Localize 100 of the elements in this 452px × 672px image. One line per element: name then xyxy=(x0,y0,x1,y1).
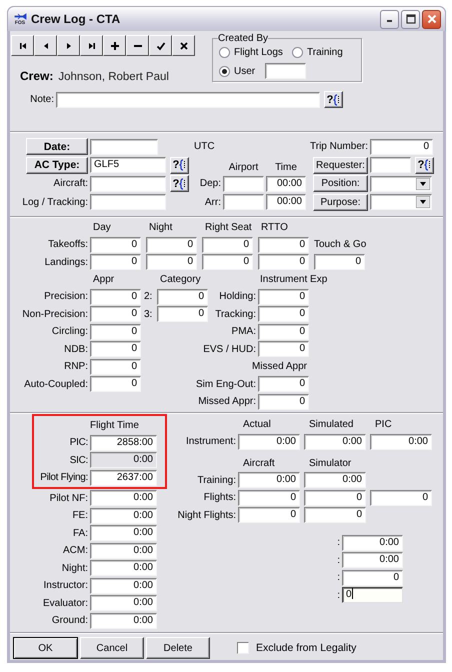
previous-record-button[interactable] xyxy=(34,35,57,56)
lookup-button[interactable]: ? xyxy=(170,156,189,174)
radio-label[interactable]: User xyxy=(234,64,256,78)
field-label: NDB: xyxy=(63,342,89,356)
time-field[interactable]: 0:00 xyxy=(304,434,366,450)
airport-field[interactable] xyxy=(223,176,264,192)
count-field[interactable]: 0 xyxy=(258,341,309,357)
count-field[interactable]: 0 xyxy=(202,254,253,270)
count-field[interactable]: 0 xyxy=(238,507,300,523)
next-record-button[interactable] xyxy=(57,35,80,56)
confirm-button[interactable] xyxy=(149,35,172,56)
time-field[interactable]: 00:00 xyxy=(266,194,306,210)
count-field[interactable]: 0 xyxy=(304,490,366,506)
ac-type-field[interactable]: GLF5 xyxy=(90,157,166,173)
value-field[interactable]: 0 xyxy=(342,570,403,586)
count-field[interactable]: 0 xyxy=(90,376,141,392)
value-field[interactable]: 0:00 xyxy=(342,534,403,550)
position-button[interactable]: Position: xyxy=(313,175,368,192)
checkbox-label[interactable]: Exclude from Legality xyxy=(256,642,356,654)
dialog-button[interactable]: Cancel xyxy=(80,637,144,659)
time-field[interactable]: 0:00 xyxy=(90,578,157,594)
first-record-button[interactable] xyxy=(11,35,34,56)
lookup-button[interactable]: ? xyxy=(324,91,343,108)
time-field[interactable]: 0:00 xyxy=(90,560,157,576)
ac-type-button[interactable]: AC Type: xyxy=(26,156,88,174)
count-field[interactable]: 0:00 xyxy=(238,472,300,488)
maximize-button[interactable] xyxy=(401,10,420,28)
user-field[interactable] xyxy=(265,63,306,79)
time-field[interactable]: 0:00 xyxy=(90,525,157,541)
field-label: Flights: xyxy=(202,491,236,504)
checkbox[interactable] xyxy=(237,642,249,654)
time-field[interactable]: 2637:00 xyxy=(90,470,157,486)
time-field[interactable]: 0:00 xyxy=(90,508,157,524)
count-field[interactable]: 0 xyxy=(146,236,197,252)
requester-button[interactable]: Requester: xyxy=(313,156,368,174)
count-field[interactable]: 0 xyxy=(258,394,309,410)
count-field[interactable]: 0 xyxy=(157,288,208,304)
count-field[interactable]: 0 xyxy=(90,306,141,322)
field-label: PIC: xyxy=(68,436,88,449)
log-tracking-field[interactable] xyxy=(90,194,166,210)
column-header: Appr xyxy=(92,273,116,286)
add-button[interactable] xyxy=(103,35,126,56)
count-field[interactable]: 0 xyxy=(314,254,365,270)
count-field[interactable]: 0 xyxy=(146,254,197,270)
date-field[interactable] xyxy=(90,138,158,154)
value-field[interactable]: 0 xyxy=(342,587,403,603)
close-button[interactable] xyxy=(422,10,441,28)
count-field[interactable]: 0 xyxy=(258,324,309,340)
time-field[interactable]: 2858:00 xyxy=(90,434,157,450)
date-button[interactable]: Date: xyxy=(26,138,88,155)
purpose-dropdown[interactable] xyxy=(370,194,432,210)
lookup-button[interactable]: ? xyxy=(415,156,434,174)
radio-button[interactable] xyxy=(219,66,230,76)
count-field[interactable]: 0 xyxy=(90,236,141,252)
time-field[interactable]: 0:00 xyxy=(90,612,157,628)
trip-number-field[interactable]: 0 xyxy=(370,138,433,154)
value-field[interactable]: 0:00 xyxy=(342,552,403,568)
lookup-button[interactable]: ? xyxy=(170,175,189,192)
count-field[interactable]: 0 xyxy=(304,507,366,523)
time-field[interactable]: 00:00 xyxy=(266,176,306,192)
radio-label[interactable]: Training xyxy=(307,46,343,59)
count-field[interactable]: 0 xyxy=(90,341,141,357)
count-field[interactable]: 0 xyxy=(157,306,208,322)
dialog-button[interactable]: Delete xyxy=(146,637,210,659)
count-field[interactable]: 0 xyxy=(258,236,309,252)
airport-field[interactable] xyxy=(223,194,264,210)
aircraft-field[interactable] xyxy=(90,176,166,192)
minimize-button[interactable] xyxy=(380,10,399,28)
count-field[interactable]: 0:00 xyxy=(304,472,366,488)
time-field[interactable]: 0:00 xyxy=(90,490,157,506)
time-field[interactable]: 0:00 xyxy=(90,542,157,558)
requester-field[interactable] xyxy=(370,157,411,173)
last-record-button[interactable] xyxy=(80,35,103,56)
time-field[interactable]: 0:00 xyxy=(90,595,157,611)
time-zone-label: UTC xyxy=(194,140,215,153)
purpose-button[interactable]: Purpose: xyxy=(313,194,368,210)
count-field[interactable]: 0 xyxy=(90,254,141,270)
count-field[interactable]: 0 xyxy=(238,490,300,506)
count-field[interactable]: 0 xyxy=(258,306,309,322)
radio-button[interactable] xyxy=(219,47,230,58)
count-field[interactable]: 0 xyxy=(90,358,141,374)
field-label: Landings: xyxy=(44,256,88,268)
dialog-button[interactable]: OK xyxy=(13,637,78,659)
remove-button[interactable] xyxy=(126,35,149,56)
radio-label[interactable]: Flight Logs xyxy=(234,46,283,59)
column-header: Simulated xyxy=(308,418,354,431)
count-field[interactable]: 0 xyxy=(90,324,141,340)
count-field[interactable]: 0 xyxy=(258,376,309,392)
position-dropdown[interactable] xyxy=(370,176,432,192)
count-field[interactable]: 0 xyxy=(202,236,253,252)
count-field[interactable]: 0 xyxy=(90,288,141,304)
count-field[interactable]: 0 xyxy=(258,254,309,270)
note-field[interactable] xyxy=(56,92,320,108)
radio-button[interactable] xyxy=(292,47,303,58)
column-header: Aircraft xyxy=(242,456,276,470)
count-field[interactable]: 0 xyxy=(258,288,309,304)
time-field[interactable]: 0:00 xyxy=(238,434,300,450)
count-field[interactable]: 0 xyxy=(370,490,432,506)
cancel-edit-button[interactable] xyxy=(172,35,195,56)
time-field[interactable]: 0:00 xyxy=(370,434,432,450)
